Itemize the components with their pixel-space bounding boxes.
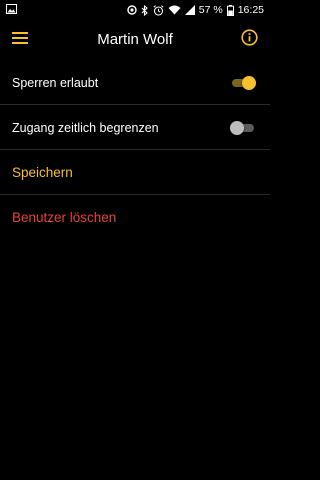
delete-user-row[interactable]: Benutzer löschen <box>0 196 270 240</box>
battery-icon <box>226 4 234 16</box>
page-title: Martin Wolf <box>97 31 173 48</box>
battery-percent: 57 % <box>198 4 223 16</box>
toggle-thumb <box>242 76 256 90</box>
info-icon <box>240 29 258 51</box>
info-button[interactable] <box>238 29 260 51</box>
signal-icon <box>184 5 195 15</box>
status-time: 16:25 <box>237 4 264 16</box>
image-icon <box>6 3 17 17</box>
delete-user-button[interactable]: Benutzer löschen <box>12 210 116 225</box>
setting-row-zugang-zeitlich-begrenzen[interactable]: Zugang zeitlich begrenzen <box>0 106 270 150</box>
save-button[interactable]: Speichern <box>12 165 73 180</box>
wifi-icon <box>168 5 181 15</box>
status-bar: 57 % 16:25 <box>0 0 270 20</box>
alarm-icon <box>153 4 164 16</box>
sperren-erlaubt-toggle[interactable] <box>230 76 256 90</box>
bluetooth-icon <box>141 4 149 16</box>
setting-label: Zugang zeitlich begrenzen <box>12 121 159 135</box>
setting-label: Sperren erlaubt <box>12 76 99 90</box>
save-row[interactable]: Speichern <box>0 151 270 195</box>
app-bar: Martin Wolf <box>0 20 270 60</box>
zugang-zeitlich-begrenzen-toggle[interactable] <box>230 121 256 135</box>
toggle-thumb <box>230 121 244 135</box>
setting-row-sperren-erlaubt[interactable]: Sperren erlaubt <box>0 61 270 105</box>
sync-icon <box>127 5 137 15</box>
